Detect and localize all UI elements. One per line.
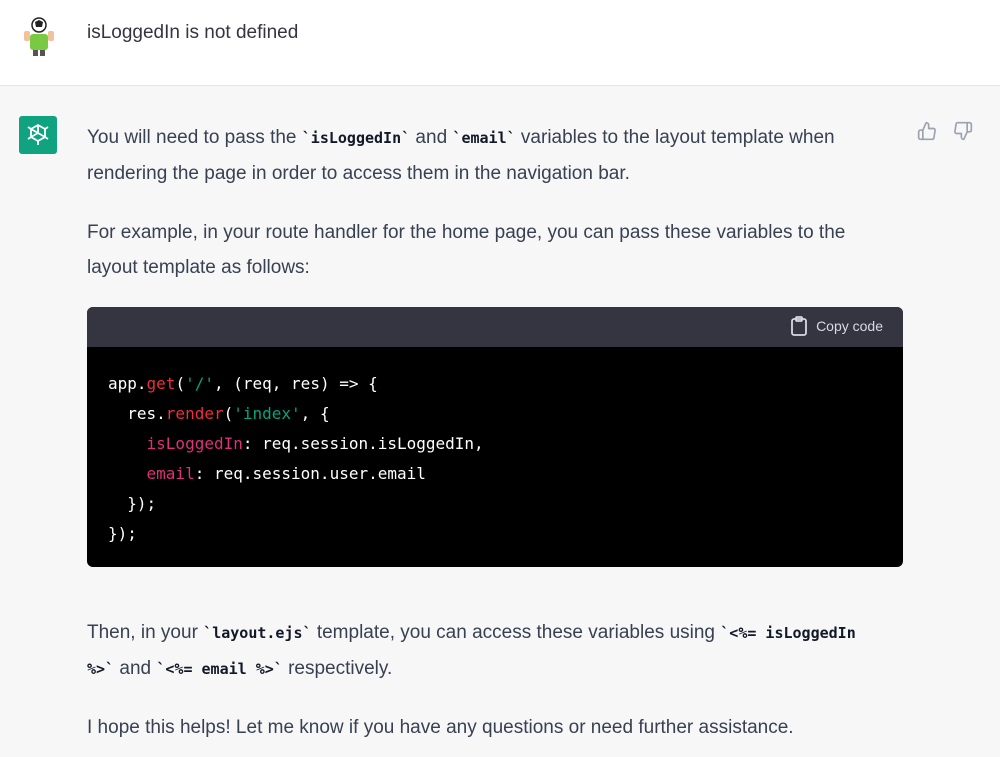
text-span: template, you can access these variables… xyxy=(311,622,721,643)
code-token: ( xyxy=(175,374,186,393)
code-line: isLoggedIn: req.session.isLoggedIn, xyxy=(108,429,903,459)
text-span: respectively. xyxy=(282,658,393,679)
text-span: You will need to pass the xyxy=(87,127,302,148)
paragraph-3: Then, in your `layout.ejs` template, you… xyxy=(87,615,887,687)
text-span: and xyxy=(410,127,453,148)
code-line: }); xyxy=(108,524,137,543)
code-block-header: Copy code xyxy=(87,307,903,347)
code-line: app.get('/', (req, res) => { xyxy=(108,369,903,399)
thumbs-down-icon xyxy=(954,121,973,141)
inline-code: `<%= email %>` xyxy=(156,660,283,678)
inline-code: `email` xyxy=(452,129,516,147)
code-content: app.get('/', (req, res) => { res.render(… xyxy=(87,347,903,549)
user-message-row: isLoggedIn is not defined xyxy=(0,0,1000,86)
inline-code: `layout.ejs` xyxy=(203,624,312,642)
user-message-text: isLoggedIn is not defined xyxy=(87,22,299,43)
paragraph-2: For example, in your route handler for t… xyxy=(87,222,846,278)
code-token: ( xyxy=(223,404,234,423)
inline-code: `isLoggedIn` xyxy=(301,129,411,147)
clipboard-icon xyxy=(791,316,807,336)
code-token: res. xyxy=(108,404,166,423)
user-avatar-icon xyxy=(20,16,56,56)
paragraph-4: I hope this helps! Let me know if you ha… xyxy=(87,717,794,738)
code-token-property: isLoggedIn xyxy=(146,434,243,453)
code-token-property: email xyxy=(146,464,195,483)
assistant-message-row: You will need to pass the `isLoggedIn` a… xyxy=(0,86,1000,757)
feedback-buttons xyxy=(916,120,974,142)
text-span: Then, in your xyxy=(87,622,204,643)
thumbs-up-icon xyxy=(917,121,936,141)
copy-code-button[interactable]: Copy code xyxy=(790,316,883,336)
code-token-function: render xyxy=(165,404,224,423)
code-token-string: '/' xyxy=(185,374,214,393)
code-token: , (req, res) => { xyxy=(213,374,378,393)
code-line: res.render('index', { xyxy=(108,399,903,429)
copy-code-label: Copy code xyxy=(816,318,883,334)
code-token: app. xyxy=(108,374,147,393)
code-token-string: 'index' xyxy=(233,404,301,423)
code-token: , { xyxy=(300,404,330,423)
code-line: }); xyxy=(108,494,157,513)
code-line: email: req.session.user.email xyxy=(108,459,903,489)
text-span: and xyxy=(114,658,157,679)
code-block: Copy code app.get('/', (req, res) => { r… xyxy=(87,307,903,567)
code-token: : req.session.user.email xyxy=(194,464,426,483)
paragraph-1: You will need to pass the `isLoggedIn` a… xyxy=(87,120,887,191)
openai-logo-icon xyxy=(19,116,57,154)
thumbs-down-button[interactable] xyxy=(952,120,974,142)
code-token: : req.session.isLoggedIn, xyxy=(242,434,484,453)
code-token-function: get xyxy=(146,374,176,393)
thumbs-up-button[interactable] xyxy=(916,120,938,142)
